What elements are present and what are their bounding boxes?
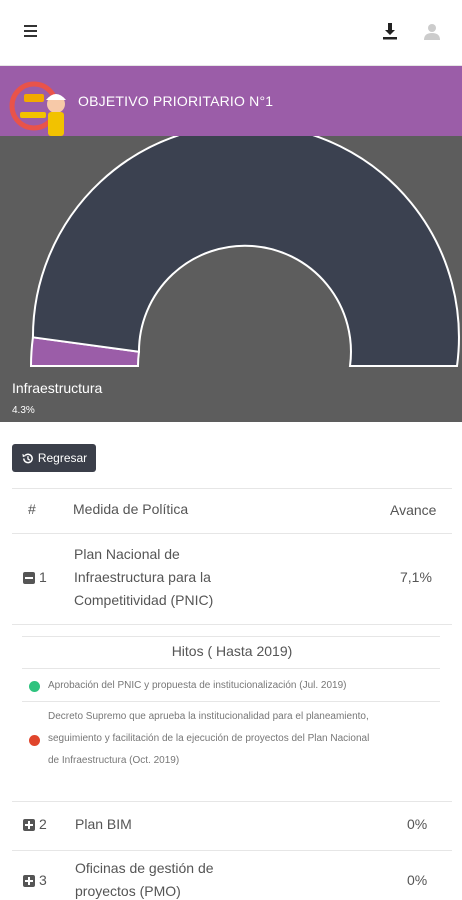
table-divider — [12, 850, 452, 851]
back-button[interactable]: Regresar — [12, 444, 96, 472]
row-name-line: proyectos (PMO) — [75, 883, 181, 899]
table-divider — [12, 533, 452, 534]
chart-category-label: Infraestructura — [12, 380, 103, 396]
hitos-divider — [22, 668, 440, 669]
milestone-status-dot-red — [29, 735, 40, 746]
banner-title: OBJETIVO PRIORITARIO N°1 — [78, 93, 274, 109]
milestone-text: Aprobación del PNIC y propuesta de insti… — [48, 680, 347, 691]
table-divider — [12, 488, 452, 489]
row-progress: 0% — [407, 872, 428, 888]
expand-row-icon[interactable] — [23, 875, 35, 887]
collapse-row-icon[interactable] — [23, 572, 35, 584]
hamburger-icon[interactable] — [24, 22, 44, 42]
hitos-divider — [22, 636, 440, 637]
back-button-label: Regresar — [37, 451, 88, 465]
row-progress: 0% — [407, 816, 428, 832]
user-icon[interactable] — [422, 22, 442, 44]
row-number: 1 — [39, 569, 47, 585]
table-divider — [12, 624, 452, 625]
row-number: 3 — [39, 872, 47, 888]
header-policy: Medida de Política — [73, 501, 189, 517]
milestone-text: seguimiento y facilitación de la ejecuci… — [48, 733, 370, 744]
row-number: 2 — [39, 816, 47, 832]
chart-slice-remaining — [31, 136, 460, 367]
header-number: # — [28, 501, 36, 517]
milestone-text: de Infraestructura (Oct. 2019) — [48, 755, 180, 766]
hitos-title: Hitos ( Hasta 2019) — [171, 643, 293, 659]
row-name-line: Competitividad (PNIC) — [74, 592, 214, 608]
row-progress: 7,1% — [400, 569, 432, 585]
row-name-line: Plan BIM — [75, 816, 132, 832]
engineer-logo — [6, 72, 72, 136]
download-icon[interactable] — [380, 22, 400, 44]
header-progress: Avance — [390, 502, 437, 518]
milestone-status-dot-green — [29, 681, 40, 692]
history-icon — [22, 453, 33, 463]
hitos-divider — [22, 701, 440, 702]
expand-row-icon[interactable] — [23, 819, 35, 831]
row-name-line: Plan Nacional de — [74, 546, 180, 562]
row-name-line: Oficinas de gestión de — [75, 860, 214, 876]
chart-value-label: 4.3% — [12, 405, 35, 416]
top-app-bar — [0, 0, 462, 66]
milestone-text: Decreto Supremo que aprueba la instituci… — [48, 711, 369, 722]
table-divider — [12, 801, 452, 802]
row-name-line: Infraestructura para la — [74, 569, 211, 585]
donut-chart: Infraestructura 4.3% — [0, 136, 462, 422]
